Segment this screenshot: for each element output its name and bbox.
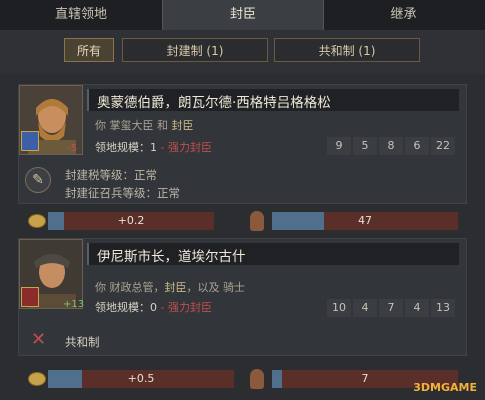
- name-banner: 奥蒙德伯爵，朗瓦尔德·西格特吕格格松: [87, 89, 459, 111]
- skill-stats: 10 4 7 4 13: [325, 299, 455, 317]
- levy-level: 封建征召兵等级：正常: [65, 186, 180, 200]
- skill-martial: 5: [353, 137, 377, 155]
- skill-diplomacy: 10: [327, 299, 351, 317]
- coat-of-arms-icon[interactable]: [21, 287, 39, 307]
- vassal-card[interactable]: -5 奥蒙德伯爵，朗瓦尔德·西格特吕格格松 你 掌玺大臣 和 封臣 领地规模：1…: [18, 84, 467, 204]
- tax-value: +0.2: [117, 214, 145, 227]
- vassal-role: 你 掌玺大臣 和 封臣: [95, 119, 194, 132]
- filter-bar: 所有 封建制 (1) 共和制 (1): [0, 30, 485, 74]
- gold-icon: [28, 214, 46, 228]
- levy-value: 47: [358, 214, 372, 227]
- tax-bar: +0.5: [48, 370, 234, 388]
- skill-stewardship: 8: [379, 137, 403, 155]
- opinion-value: -5: [67, 143, 77, 154]
- skill-learning: 13: [431, 299, 455, 317]
- filter-all-button[interactable]: 所有: [64, 38, 114, 62]
- tab-succession[interactable]: 继承: [322, 0, 485, 30]
- skill-diplomacy: 9: [327, 137, 351, 155]
- vassal-name[interactable]: 伊尼斯市长，道埃尔古什: [97, 245, 246, 265]
- opinion-value: +13: [63, 299, 85, 310]
- levy-icon: [250, 369, 264, 389]
- levy-icon: [250, 211, 264, 231]
- filter-republic-button[interactable]: 共和制 (1): [274, 38, 420, 62]
- filter-feudal-button[interactable]: 封建制 (1): [122, 38, 268, 62]
- skill-intrigue: 4: [405, 299, 429, 317]
- contribution-row: +0.2 47: [18, 208, 467, 234]
- vassal-name[interactable]: 奥蒙德伯爵，朗瓦尔德·西格特吕格格松: [97, 91, 331, 111]
- vassal-card[interactable]: +13 伊尼斯市长，道埃尔古什 你 财政总管，封臣，以及 骑士 领地规模：0 -…: [18, 238, 467, 356]
- tax-bar: +0.2: [48, 212, 214, 230]
- skill-stewardship: 7: [379, 299, 403, 317]
- coat-of-arms-icon[interactable]: [21, 131, 39, 151]
- skill-stats: 9 5 8 6 22: [325, 137, 455, 155]
- tax-value: +0.5: [127, 372, 155, 385]
- close-icon[interactable]: ✕: [31, 331, 46, 349]
- domain-size: 领地规模：1 - 强力封臣: [95, 141, 212, 154]
- skill-learning: 22: [431, 137, 455, 155]
- top-tab-bar: 直辖领地 封臣 继承: [0, 0, 485, 31]
- gold-icon: [28, 372, 46, 386]
- government-type[interactable]: 共和制: [65, 334, 100, 350]
- watermark: 3DMGAME: [413, 381, 477, 394]
- levy-bar: 47: [272, 212, 458, 230]
- role-link[interactable]: 封臣: [165, 281, 187, 294]
- skill-intrigue: 6: [405, 137, 429, 155]
- skill-martial: 4: [353, 299, 377, 317]
- tax-level: 封建税等级：正常: [65, 168, 157, 182]
- vassal-role: 你 财政总管，封臣，以及 骑士: [95, 281, 245, 294]
- role-link[interactable]: 封臣: [172, 119, 194, 132]
- tab-vassals[interactable]: 封臣: [162, 0, 324, 30]
- feudal-contract-icon[interactable]: ✎: [25, 167, 51, 193]
- name-banner: 伊尼斯市长，道埃尔古什: [87, 243, 459, 265]
- contribution-row: +0.5 7: [18, 366, 467, 392]
- domain-size: 领地规模：0 - 强力封臣: [95, 301, 212, 314]
- tab-demesne[interactable]: 直辖领地: [0, 0, 162, 30]
